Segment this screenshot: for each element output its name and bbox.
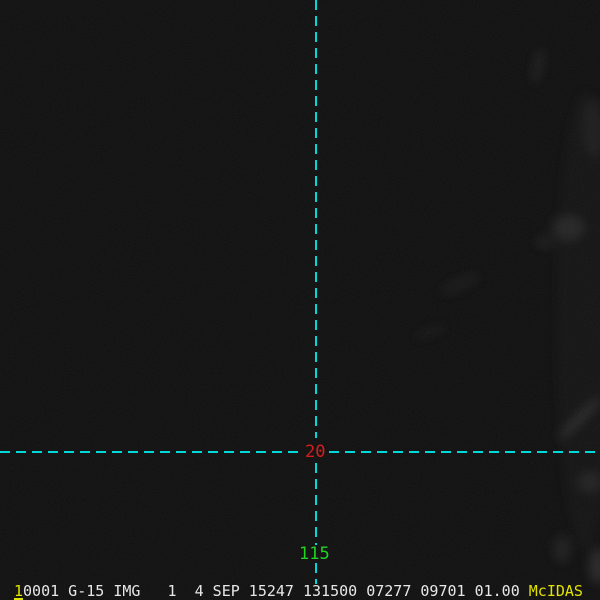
status-bar: 10001 G-15 IMG 1 4 SEP 15247 131500 0727… (0, 583, 600, 600)
sensor-noise-texture (0, 0, 600, 600)
longitude-label: 115 (299, 544, 330, 564)
frame-number: 1 (14, 582, 24, 600)
latitude-line-right-segment (329, 451, 600, 453)
latitude-line-left-segment (0, 451, 303, 453)
mcidas-brand-label: McIDAS (528, 582, 583, 600)
mcidas-image-viewer: 20 115 10001 G-15 IMG 1 4 SEP 15247 1315… (0, 0, 600, 600)
longitude-line-middle-segment (315, 463, 317, 545)
longitude-line-bottom-segment (315, 563, 317, 584)
longitude-line-top-segment (315, 0, 317, 438)
satellite-image-canvas[interactable] (0, 0, 600, 600)
latitude-label: 20 (305, 442, 326, 462)
image-info-text: 0001 G-15 IMG 1 4 SEP 15247 131500 07277… (23, 582, 529, 600)
